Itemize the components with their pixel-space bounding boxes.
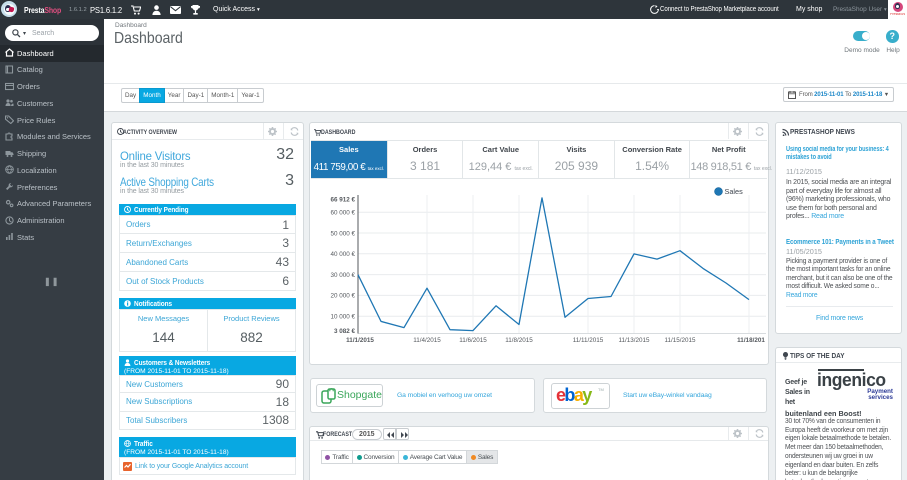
svg-text:3 082 €: 3 082 € (334, 328, 356, 335)
svg-text:11/15/2015: 11/15/2015 (664, 337, 696, 344)
svg-text:11/11/2015: 11/11/2015 (573, 337, 604, 344)
svg-text:11/6/2015: 11/6/2015 (459, 337, 487, 344)
svg-text:11/4/2015: 11/4/2015 (413, 337, 441, 344)
svg-text:11/8/2015: 11/8/2015 (505, 337, 533, 344)
svg-text:Sales: Sales (725, 187, 744, 196)
svg-text:11/18/201: 11/18/201 (737, 337, 765, 344)
svg-text:60 000 €: 60 000 € (330, 210, 355, 217)
svg-text:11/1/2015: 11/1/2015 (346, 337, 374, 344)
svg-text:11/13/2015: 11/13/2015 (618, 337, 650, 344)
svg-text:20 000 €: 20 000 € (330, 293, 355, 300)
svg-text:50 000 €: 50 000 € (330, 230, 355, 237)
svg-text:10 000 €: 10 000 € (330, 314, 355, 321)
svg-text:66 912 €: 66 912 € (330, 196, 355, 203)
svg-text:30 000 €: 30 000 € (330, 272, 355, 279)
svg-text:40 000 €: 40 000 € (330, 251, 355, 258)
